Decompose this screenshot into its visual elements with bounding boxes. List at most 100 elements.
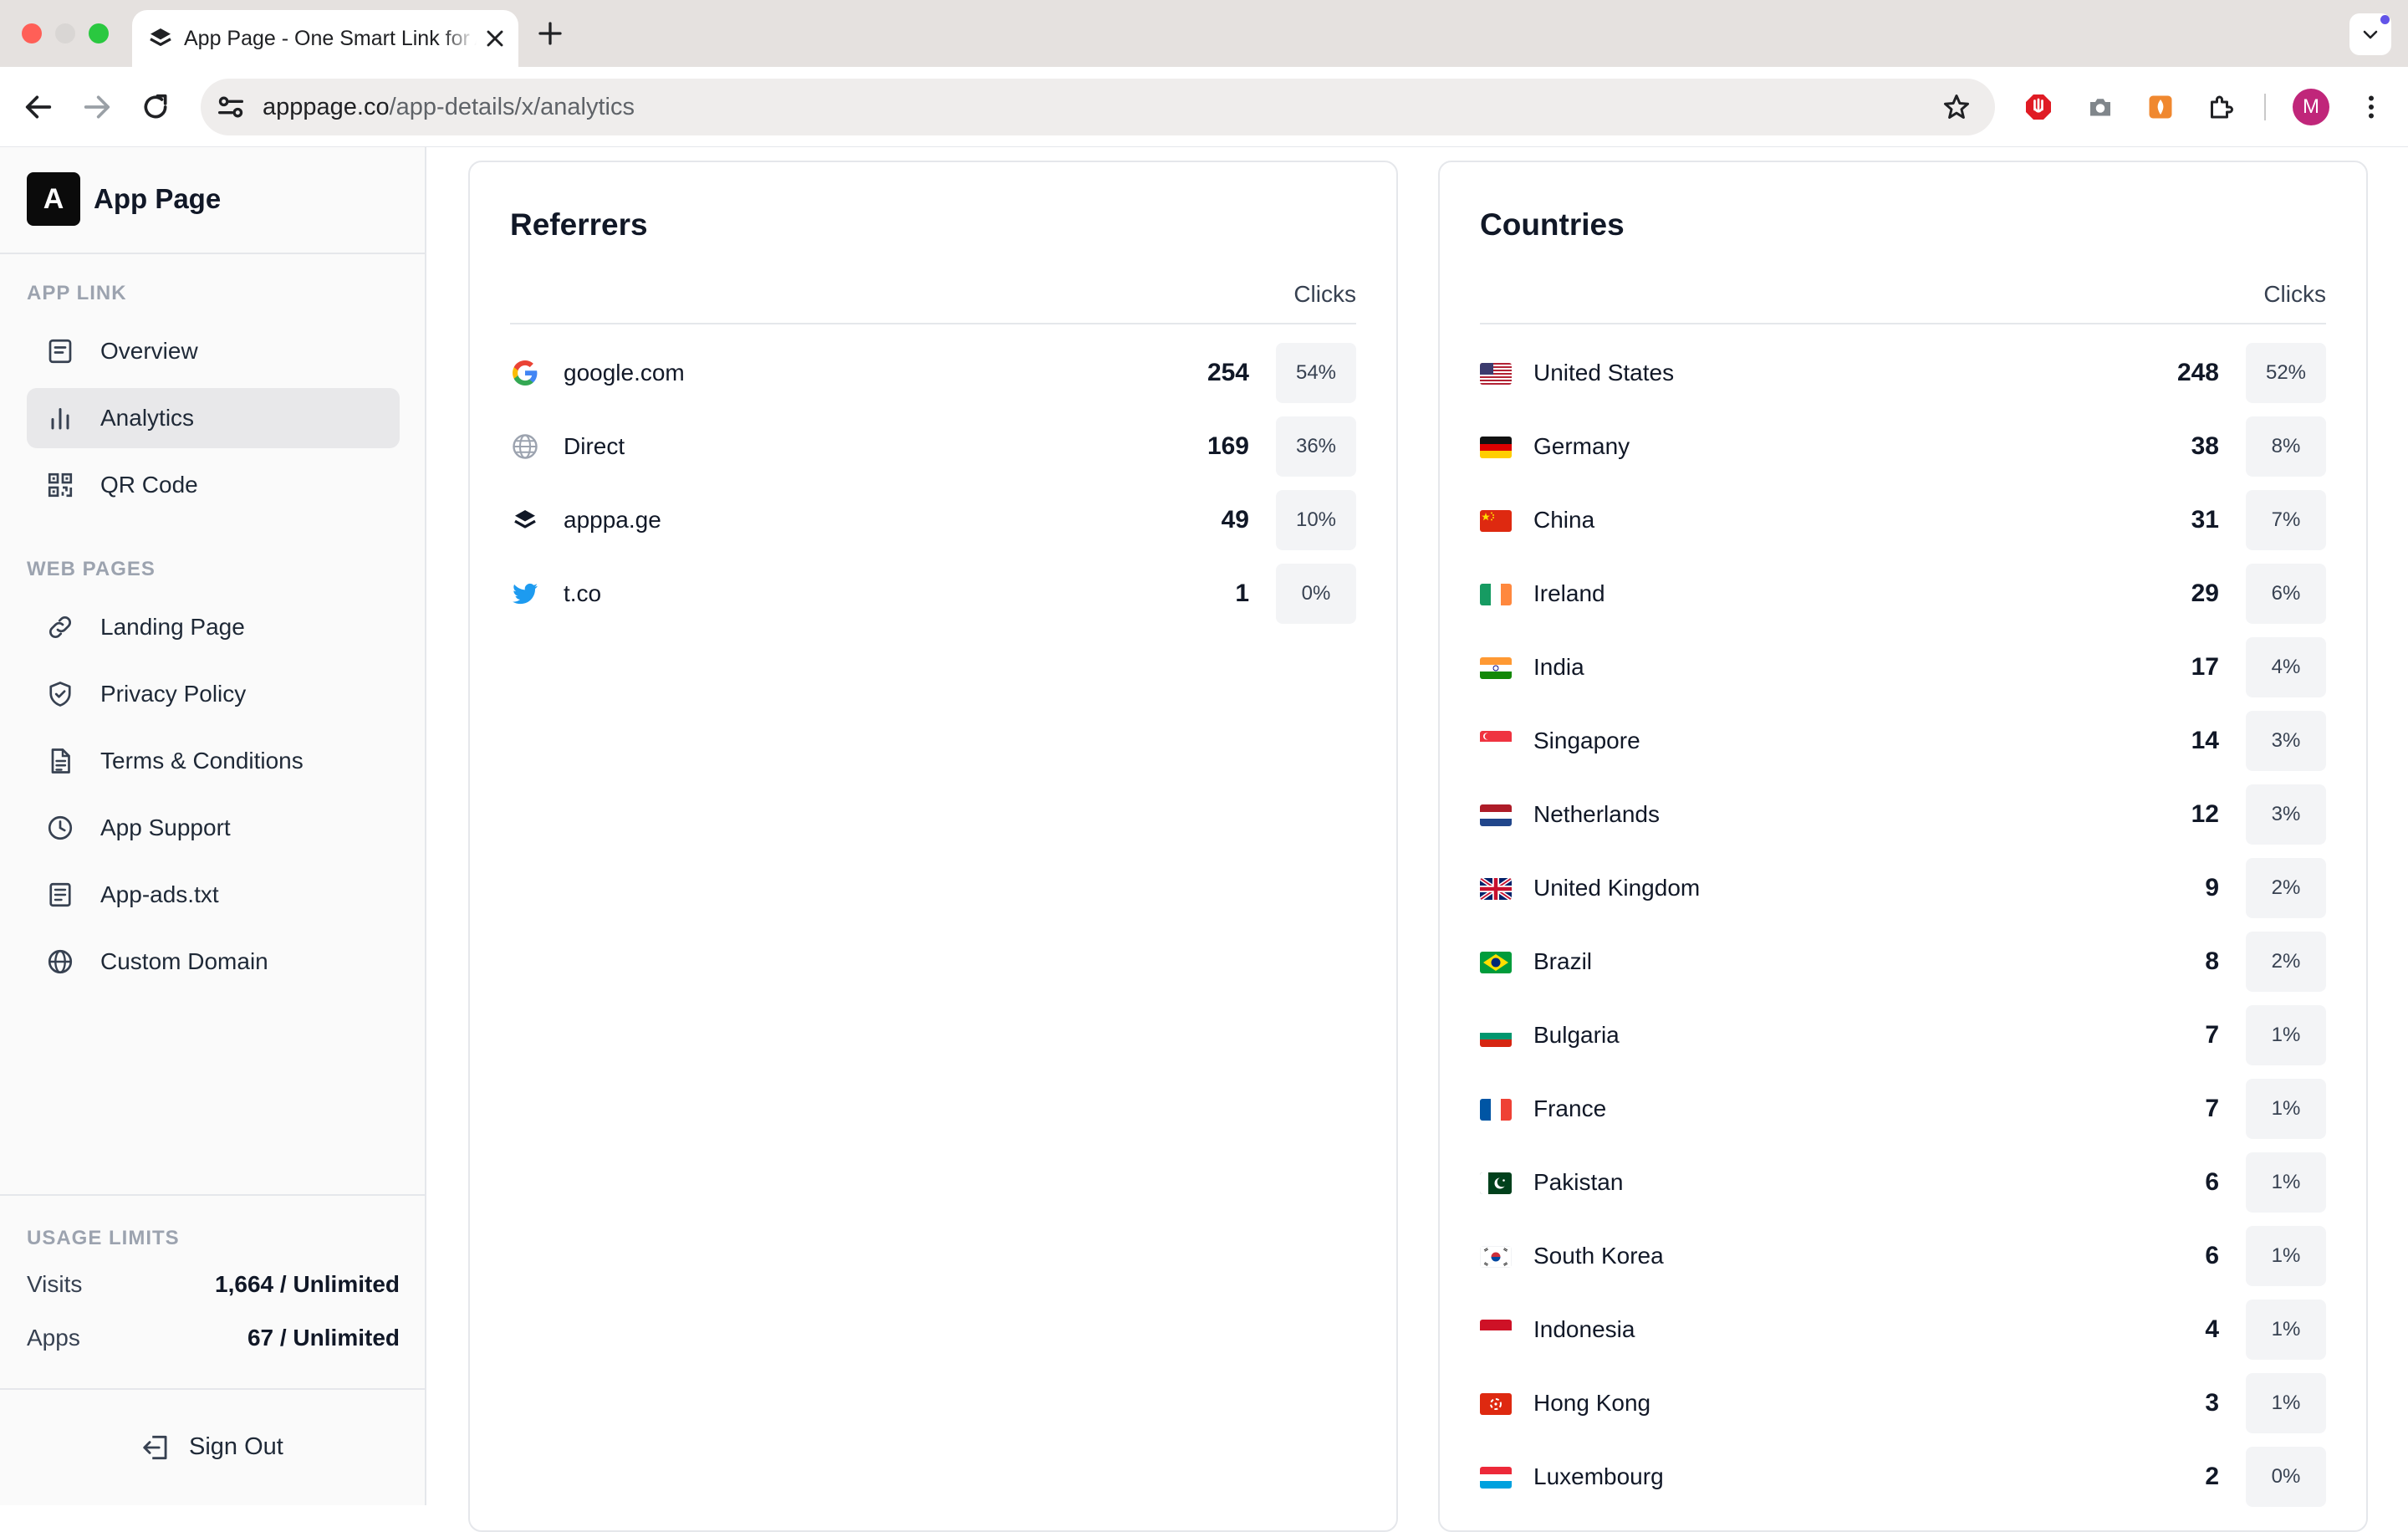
sidebar-item-label: Custom Domain xyxy=(100,948,268,974)
bg-flag-icon xyxy=(1480,1025,1512,1047)
percent-badge: 1% xyxy=(2246,1079,2326,1139)
table-row[interactable]: Pakistan 6 1% xyxy=(1480,1152,2326,1213)
sidebar-item-overview[interactable]: Overview xyxy=(27,321,400,381)
clicks-count: 17 xyxy=(2191,653,2219,681)
table-row[interactable]: Singapore 14 3% xyxy=(1480,711,2326,771)
pk-flag-icon xyxy=(1480,1172,1512,1194)
url-text[interactable]: apppage.co/app-details/x/analytics xyxy=(263,79,635,135)
percent-badge: 4% xyxy=(2246,637,2326,697)
percent-badge: 36% xyxy=(1276,416,1356,477)
window-minimize-button[interactable] xyxy=(55,23,75,43)
table-row[interactable]: United States 248 52% xyxy=(1480,343,2326,403)
referrer-name: Direct xyxy=(564,433,625,459)
sidebar-item-qr-code[interactable]: QR Code xyxy=(27,455,400,515)
bookmark-star-icon[interactable] xyxy=(1941,92,1972,122)
new-tab-icon[interactable] xyxy=(535,18,565,49)
url-host: apppage.co xyxy=(263,94,390,120)
percent-badge: 2% xyxy=(2246,858,2326,918)
window-zoom-button[interactable] xyxy=(89,23,109,43)
more-vertical-icon[interactable] xyxy=(2356,92,2386,122)
apppage-favicon-icon xyxy=(150,28,171,46)
sidebar-item-custom-domain[interactable]: Custom Domain xyxy=(27,932,400,992)
table-row[interactable]: t.co 1 0% xyxy=(510,564,1356,624)
percent-badge: 1% xyxy=(2246,1005,2326,1065)
globe-icon xyxy=(48,949,73,974)
country-name: Netherlands xyxy=(1533,801,1660,827)
country-name: India xyxy=(1533,654,1584,680)
hk-flag-icon xyxy=(1480,1393,1512,1415)
country-name: Bulgaria xyxy=(1533,1022,1620,1048)
table-row[interactable]: United Kingdom 9 2% xyxy=(1480,858,2326,918)
country-name: Ireland xyxy=(1533,580,1605,606)
twitter-icon xyxy=(513,583,538,605)
qr-code-icon xyxy=(48,472,73,498)
percent-badge: 7% xyxy=(2246,490,2326,550)
percent-badge: 1% xyxy=(2246,1300,2326,1360)
chevron-down-icon xyxy=(2363,30,2378,39)
clicks-count: 12 xyxy=(2191,800,2219,828)
sidebar-item-app-support[interactable]: App Support xyxy=(27,798,400,858)
table-row[interactable]: France 7 1% xyxy=(1480,1079,2326,1139)
table-row[interactable]: Indonesia 4 1% xyxy=(1480,1300,2326,1360)
apppage-logo-icon xyxy=(514,510,536,529)
window-close-button[interactable] xyxy=(22,23,42,43)
sign-out-button[interactable]: Sign Out xyxy=(0,1390,425,1505)
shield-icon xyxy=(49,682,71,707)
tab-search-button[interactable] xyxy=(2349,13,2391,55)
table-row[interactable]: South Korea 6 1% xyxy=(1480,1226,2326,1286)
brand-header[interactable]: A App Page xyxy=(0,147,425,254)
sidebar-item-terms-conditions[interactable]: Terms & Conditions xyxy=(27,731,400,791)
browser-tab[interactable]: App Page - One Smart Link for Apps xyxy=(132,10,518,67)
table-row[interactable]: Brazil 8 2% xyxy=(1480,932,2326,992)
sidebar-item-label: Landing Page xyxy=(100,614,245,640)
back-arrow-icon[interactable] xyxy=(22,90,55,124)
percent-badge: 1% xyxy=(2246,1226,2326,1286)
table-row[interactable]: India 17 4% xyxy=(1480,637,2326,697)
extensions-puzzle-icon[interactable] xyxy=(2206,92,2236,122)
ad-blocker-extension-icon[interactable] xyxy=(2023,92,2053,122)
orange-extension-icon[interactable] xyxy=(2145,92,2176,122)
kr-flag-icon xyxy=(1480,1246,1512,1268)
reload-icon[interactable] xyxy=(139,90,172,124)
table-row[interactable]: Ireland 29 6% xyxy=(1480,564,2326,624)
percent-badge: 3% xyxy=(2246,784,2326,845)
clicks-count: 254 xyxy=(1207,359,1249,386)
referrer-name: google.com xyxy=(564,360,685,386)
close-tab-icon[interactable] xyxy=(482,25,508,52)
sidebar-item-analytics[interactable]: Analytics xyxy=(27,388,400,448)
table-row[interactable]: Luxembourg 2 0% xyxy=(1480,1447,2326,1507)
sidebar-item-landing-page[interactable]: Landing Page xyxy=(27,597,400,657)
table-row[interactable]: Netherlands 12 3% xyxy=(1480,784,2326,845)
gb-flag-icon xyxy=(1480,878,1512,900)
us-flag-icon xyxy=(1480,363,1512,385)
sidebar-item-privacy-policy[interactable]: Privacy Policy xyxy=(27,664,400,724)
profile-avatar[interactable]: M xyxy=(2293,89,2329,125)
forward-arrow-icon[interactable] xyxy=(80,90,114,124)
country-name: China xyxy=(1533,507,1595,533)
section-title-app-link: APP LINK xyxy=(27,282,127,304)
table-row[interactable]: Hong Kong 3 1% xyxy=(1480,1373,2326,1433)
usage-row-apps: Apps 67 / Unlimited xyxy=(27,1321,400,1355)
address-bar[interactable]: apppage.co/app-details/x/analytics xyxy=(201,79,1995,135)
site-settings-icon[interactable] xyxy=(214,90,247,124)
percent-badge: 52% xyxy=(2246,343,2326,403)
nl-flag-icon xyxy=(1480,804,1512,826)
country-name: Luxembourg xyxy=(1533,1463,1664,1489)
table-row[interactable]: google.com 254 54% xyxy=(510,343,1356,403)
sidebar-item-app-ads-txt[interactable]: App-ads.txt xyxy=(27,865,400,925)
table-row[interactable]: Direct 169 36% xyxy=(510,416,1356,477)
camera-extension-icon[interactable] xyxy=(2085,92,2115,122)
percent-badge: 8% xyxy=(2246,416,2326,477)
sign-out-label: Sign Out xyxy=(189,1433,283,1460)
table-row[interactable]: Bulgaria 7 1% xyxy=(1480,1005,2326,1065)
percent-badge: 3% xyxy=(2246,711,2326,771)
google-icon xyxy=(513,360,538,386)
table-row[interactable]: apppa.ge 49 10% xyxy=(510,490,1356,550)
clicks-count: 248 xyxy=(2176,359,2219,386)
id-flag-icon xyxy=(1480,1320,1512,1341)
country-name: Brazil xyxy=(1533,948,1593,974)
table-row[interactable]: Germany 38 8% xyxy=(1480,416,2326,477)
table-row[interactable]: China 31 7% xyxy=(1480,490,2326,550)
browser-tab-bar: App Page - One Smart Link for Apps xyxy=(0,0,2408,67)
percent-badge: 10% xyxy=(1276,490,1356,550)
